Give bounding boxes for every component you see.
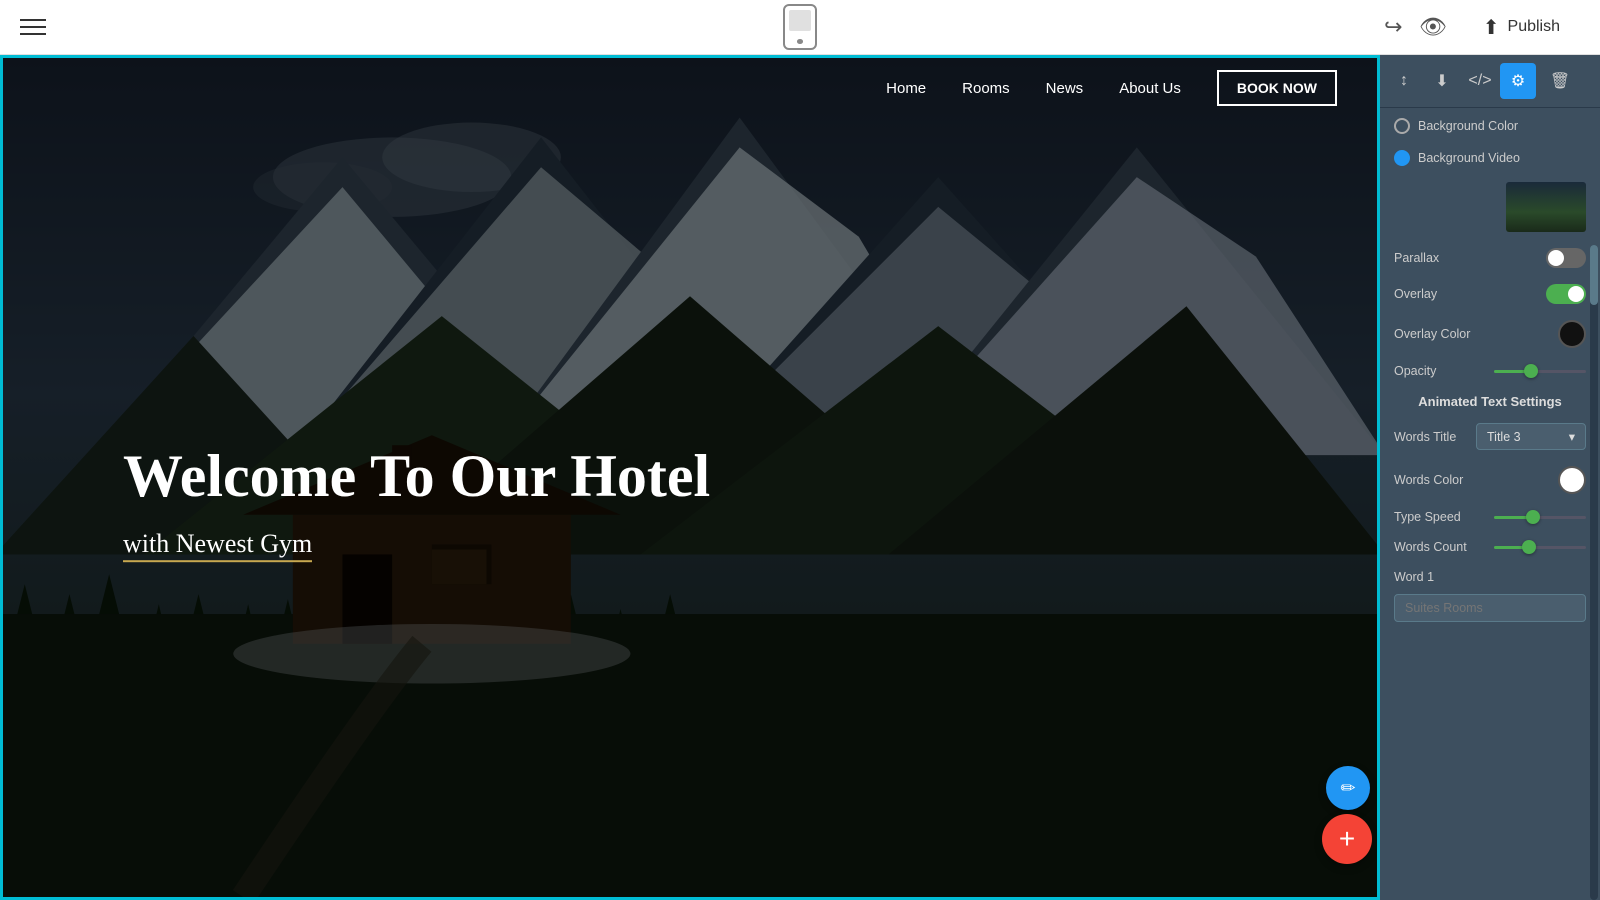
subtitle-highlight: Newest Gym [176,529,312,562]
code-tool-button[interactable]: </> [1462,63,1498,99]
dropdown-chevron-icon: ▾ [1569,429,1575,444]
bg-video-row: Background Video [1394,150,1586,166]
word-1-label: Word 1 [1394,570,1586,584]
panel-content[interactable]: Background Color Background Video Parall… [1380,108,1600,900]
type-speed-row: Type Speed [1394,510,1586,524]
word-1-input[interactable] [1394,594,1586,622]
overlay-color-swatch[interactable] [1558,320,1586,348]
fab-edit-button[interactable]: ✏ [1326,766,1370,810]
overlay-toggle[interactable] [1546,284,1586,304]
toolbar-left [20,19,46,35]
bg-thumbnail-container [1394,182,1586,232]
settings-tool-button[interactable]: ⚙ [1500,63,1536,99]
words-title-value: Title 3 [1487,430,1521,444]
bg-color-row: Background Color [1394,118,1586,134]
upload-icon: ⬆ [1483,15,1500,40]
delete-tool-button[interactable]: 🗑 [1542,63,1578,99]
toolbar-right: ↩ 👁 ⬆ Publish [1384,7,1580,48]
words-title-row: Words Title Title 3 ▾ [1394,423,1586,450]
bg-color-radio[interactable] [1394,118,1410,134]
toolbar-center [783,4,817,50]
type-speed-slider[interactable] [1494,516,1586,519]
nav-news[interactable]: News [1046,80,1084,97]
word-1-section: Word 1 [1394,570,1586,622]
subtitle-prefix: with [123,529,176,562]
hero-subtitle: with Newest Gym [123,529,710,559]
fab-add-button[interactable]: + [1322,814,1372,864]
undo-icon[interactable]: ↩ [1384,14,1402,40]
words-color-label: Words Color [1394,473,1550,487]
words-title-label: Words Title [1394,430,1468,444]
main-area: Home Rooms News About Us BOOK NOW Welcom… [0,55,1600,900]
scrollbar-rail[interactable] [1590,245,1598,900]
overlay-color-label: Overlay Color [1394,327,1550,341]
overlay-color-row: Overlay Color [1394,320,1586,348]
type-speed-label: Type Speed [1394,510,1486,524]
reorder-tool-button[interactable]: ↕ [1386,63,1422,99]
words-title-dropdown[interactable]: Title 3 ▾ [1476,423,1586,450]
book-now-button[interactable]: BOOK NOW [1217,70,1337,106]
nav-about[interactable]: About Us [1119,80,1181,97]
opacity-label: Opacity [1394,364,1486,378]
publish-label: Publish [1508,18,1560,36]
hero-title: Welcome To Our Hotel [123,443,710,509]
preview-icon[interactable]: 👁 [1419,14,1447,40]
hero-content: Welcome To Our Hotel with Newest Gym [123,443,710,559]
parallax-toggle[interactable] [1546,248,1586,268]
parallax-row: Parallax [1394,248,1586,268]
words-color-swatch[interactable] [1558,466,1586,494]
opacity-slider[interactable] [1494,370,1586,373]
scrollbar-thumb[interactable] [1590,245,1598,305]
words-count-slider[interactable] [1494,546,1586,549]
parallax-label: Parallax [1394,251,1538,265]
nav-rooms[interactable]: Rooms [962,80,1010,97]
right-panel: ↕ ⬇ </> ⚙ 🗑 Background Color Background … [1380,55,1600,900]
words-count-label: Words Count [1394,540,1486,554]
download-tool-button[interactable]: ⬇ [1424,63,1460,99]
words-color-row: Words Color [1394,466,1586,494]
bg-video-radio[interactable] [1394,150,1410,166]
words-count-row: Words Count [1394,540,1586,554]
bg-color-label: Background Color [1418,119,1586,133]
publish-button[interactable]: ⬆ Publish [1463,7,1580,48]
mobile-preview-icon[interactable] [783,4,817,50]
nav-links: Home Rooms News About Us BOOK NOW [886,70,1337,106]
overlay-label: Overlay [1394,287,1538,301]
hero-background: Home Rooms News About Us BOOK NOW Welcom… [3,58,1377,897]
top-toolbar: ↩ 👁 ⬆ Publish [0,0,1600,55]
panel-toolbar: ↕ ⬇ </> ⚙ 🗑 [1380,55,1600,108]
bg-thumbnail[interactable] [1506,182,1586,232]
hamburger-menu[interactable] [20,19,46,35]
canvas-area: Home Rooms News About Us BOOK NOW Welcom… [0,55,1380,900]
animated-text-heading: Animated Text Settings [1394,394,1586,409]
bg-video-label: Background Video [1418,151,1586,165]
overlay-row: Overlay [1394,284,1586,304]
opacity-row: Opacity [1394,364,1586,378]
hero-nav: Home Rooms News About Us BOOK NOW [3,58,1377,118]
nav-home[interactable]: Home [886,80,926,97]
